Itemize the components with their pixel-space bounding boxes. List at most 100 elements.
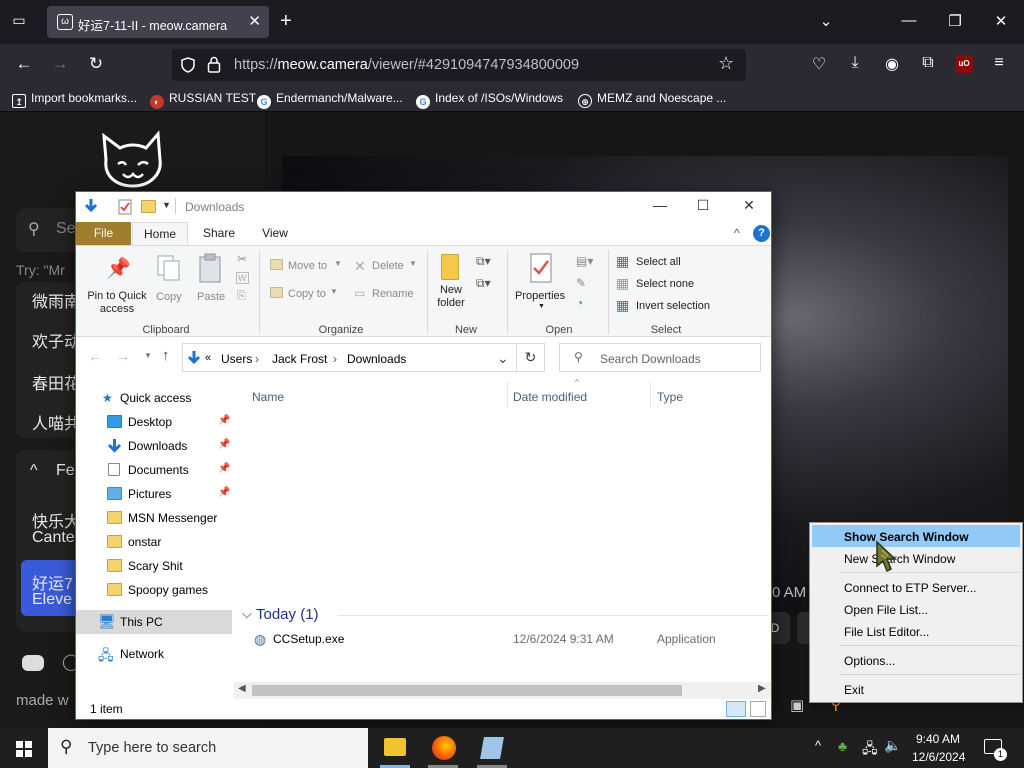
menu-item-file-list-editor[interactable]: File List Editor... [812, 620, 1020, 642]
camera-icon[interactable]: ▣ [790, 696, 804, 714]
easy-access-icon[interactable]: ⧉▾ [476, 276, 491, 291]
large-icons-view-icon[interactable] [750, 701, 766, 717]
nav-folder[interactable]: Scary Shit [76, 554, 232, 578]
address-bar[interactable]: « Users › Jack Frost › Downloads ⌄ [182, 343, 517, 372]
tab-share[interactable]: Share [192, 222, 246, 245]
menu-item-options[interactable]: Options... [812, 649, 1020, 671]
extensions-icon[interactable]: ⧉ [917, 54, 939, 72]
list-item[interactable]: 欢子动 [32, 328, 80, 352]
edit-icon[interactable]: ✎ [576, 276, 586, 290]
scroll-right-icon[interactable]: ▶ [758, 683, 766, 694]
menu-item-open-file-list[interactable]: Open File List... [812, 598, 1020, 620]
bookmark-star-icon[interactable]: ☆ [718, 53, 734, 74]
chevron-up-icon[interactable]: ^ [734, 226, 740, 240]
group-header[interactable]: ⌵ Today (1) [238, 604, 768, 626]
firefox-taskbar-icon[interactable] [432, 736, 456, 760]
properties-icon[interactable] [118, 199, 132, 215]
browser-tab-active[interactable]: ω 好运7-11-II - meow.camera ✕ [47, 6, 269, 38]
lock-icon[interactable] [207, 56, 221, 73]
list-item[interactable]: 人喵共 [32, 410, 80, 434]
copy-button[interactable]: Copy [152, 248, 188, 308]
breadcrumb-downloads[interactable]: Downloads [347, 352, 406, 366]
ublock-origin-icon[interactable]: uO [955, 55, 973, 73]
nav-folder[interactable]: MSN Messenger [76, 506, 232, 530]
tab-view[interactable]: View [250, 222, 300, 245]
explorer-titlebar[interactable]: ▼ Downloads — ☐ ✕ [76, 192, 771, 221]
history-icon[interactable]: ◔ [576, 296, 583, 310]
back-arrow-icon[interactable]: ← [88, 348, 102, 364]
copy-to-button[interactable]: Copy to ▼ [268, 284, 344, 304]
select-none-button[interactable]: ▦ Select none [616, 275, 726, 293]
chevron-right-icon[interactable]: › [255, 352, 259, 366]
network-icon[interactable]: 🖧 [862, 738, 878, 762]
account-icon[interactable]: ◉ [881, 54, 903, 74]
tab-close-icon[interactable]: ✕ [248, 12, 261, 30]
menu-item-connect-etp[interactable]: Connect to ETP Server... [812, 576, 1020, 598]
nav-downloads[interactable]: Downloads 📌 [76, 434, 232, 458]
menu-item-show-search-window[interactable]: Show Search Window [812, 525, 1020, 547]
notepad-taskbar-icon[interactable] [480, 737, 504, 759]
list-item[interactable]: 春田花 [32, 370, 80, 394]
help-icon[interactable]: ? [753, 225, 770, 242]
downloads-icon[interactable]: ⤓ [844, 54, 866, 72]
reload-icon[interactable]: ↻ [85, 54, 107, 74]
pin-quick-access-button[interactable]: 📌 Pin to Quick access [80, 248, 150, 320]
chevron-up-icon[interactable]: ^ [30, 462, 38, 480]
close-window-icon[interactable]: ✕ [991, 12, 1011, 30]
paste-button[interactable]: Paste [192, 248, 232, 308]
menu-icon[interactable]: ≡ [988, 54, 1010, 72]
bookmark-memz[interactable]: ⊕ MEMZ and Noescape ... [578, 91, 726, 108]
discord-icon[interactable] [22, 655, 44, 671]
delete-button[interactable]: ✕ Delete ▼ [354, 256, 424, 276]
pin-icon[interactable]: 📌 [218, 439, 230, 450]
cut-icon[interactable]: ✂ [237, 252, 247, 266]
chevron-down-icon[interactable]: ⌄ [497, 350, 509, 367]
new-tab-icon[interactable]: + [280, 10, 292, 33]
start-button[interactable] [0, 728, 48, 768]
nav-network[interactable]: 🖧 Network [76, 642, 232, 666]
url-bar[interactable]: https://meow.camera/viewer/#429109474793… [172, 49, 746, 81]
shield-icon[interactable] [180, 57, 196, 73]
select-all-button[interactable]: ▦ Select all [616, 253, 726, 271]
move-to-button[interactable]: Move to ▼ [268, 256, 344, 276]
copy-path-icon[interactable]: W [236, 272, 249, 284]
details-view-icon[interactable] [726, 701, 746, 717]
breadcrumb-users[interactable]: Users [221, 352, 252, 366]
minimize-icon[interactable]: — [650, 197, 670, 213]
nav-this-pc[interactable]: 🖥 This PC [76, 610, 232, 634]
nav-folder[interactable]: Spoopy games [76, 578, 232, 602]
pin-icon[interactable]: 📌 [218, 487, 230, 498]
pocket-icon[interactable]: ♡ [808, 54, 830, 74]
rename-button[interactable]: ▭ Rename [354, 284, 424, 304]
tab-file[interactable]: File [76, 222, 131, 245]
breadcrumb-jack-frost[interactable]: Jack Frost [272, 352, 327, 366]
back-icon[interactable]: ← [13, 54, 35, 74]
horizontal-scrollbar[interactable]: ◀ ▶ [234, 682, 771, 699]
pin-icon[interactable]: 📌 [218, 463, 230, 474]
taskbar-search-box[interactable]: ⚲ Type here to search [48, 728, 368, 768]
nav-pictures[interactable]: Pictures 📌 [76, 482, 232, 506]
minimize-icon[interactable]: — [899, 12, 919, 29]
volume-icon[interactable]: 🔈 [884, 737, 901, 754]
column-separator[interactable] [507, 382, 508, 408]
invert-selection-button[interactable]: ▦ Invert selection [616, 297, 736, 315]
new-item-icon[interactable]: ⧉▾ [476, 254, 491, 269]
column-type-header[interactable]: Type [657, 390, 683, 404]
menu-item-exit[interactable]: Exit [812, 678, 1020, 700]
bookmark-import[interactable]: ↥ Import bookmarks... [12, 91, 137, 108]
column-separator[interactable] [650, 382, 651, 408]
tab-home[interactable]: Home [132, 222, 188, 245]
up-arrow-icon[interactable]: ↑ [162, 347, 170, 364]
show-hidden-icons-icon[interactable]: ^ [815, 738, 821, 753]
paste-shortcut-icon[interactable]: ⎘ [237, 290, 246, 303]
tab-list-icon[interactable]: ▭ [8, 12, 30, 32]
nav-quick-access[interactable]: ★ Quick access [76, 386, 232, 410]
column-name-header[interactable]: Name [252, 390, 284, 404]
scrollbar-thumb[interactable] [252, 685, 682, 696]
chevron-down-icon[interactable]: ⌄ [816, 12, 836, 30]
forward-arrow-icon[interactable]: → [116, 348, 130, 364]
nav-folder[interactable]: onstar [76, 530, 232, 554]
tray-app-icon[interactable]: ♣ [838, 738, 847, 754]
properties-button[interactable]: Properties ▼ [512, 248, 572, 318]
breadcrumb-overflow-icon[interactable]: « [205, 352, 211, 364]
